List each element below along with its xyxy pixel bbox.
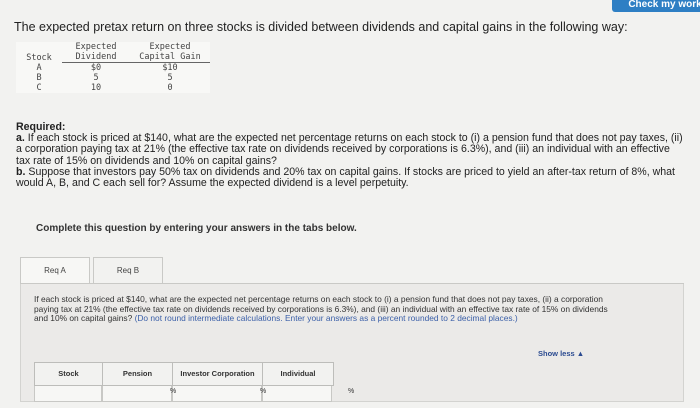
header-stock: Stock	[26, 52, 52, 63]
cell-gain: 5	[167, 73, 173, 83]
cell-stock: B	[36, 73, 42, 83]
cell-dividend: 10	[90, 83, 102, 93]
cell-stock: A	[36, 62, 42, 73]
part-b-label: b.	[16, 165, 26, 178]
question-note: (Do not round intermediate calculations.…	[134, 313, 518, 324]
instructions-text: Complete this question by entering your …	[36, 223, 357, 234]
corporation-return-input[interactable]	[172, 386, 262, 402]
part-a-label: a.	[16, 132, 25, 145]
individual-return-input[interactable]	[262, 386, 332, 402]
percent-unit: %	[170, 388, 177, 395]
required-part-b: b. Suppose that investors pay 50% tax on…	[16, 165, 684, 190]
answer-row	[34, 386, 332, 402]
table-row: C 10 0	[16, 83, 210, 93]
cell-dividend: $0	[90, 63, 102, 73]
cell-stock: C	[36, 83, 42, 93]
cell-gain: $10	[162, 63, 178, 73]
tab-req-a[interactable]: Req A	[20, 257, 90, 283]
answer-header-pension: Pension	[103, 363, 173, 385]
header-dividend-line1: Expected	[75, 42, 117, 52]
show-less-link[interactable]: Show less ▲	[538, 349, 584, 358]
answer-header-stock: Stock	[35, 363, 103, 385]
tab-req-b[interactable]: Req B	[93, 257, 163, 283]
header-gain-line2: Capital Gain	[130, 52, 210, 63]
answer-header-investor-corporation: Investor Corporation	[173, 363, 263, 385]
tab-bar: Req A Req B	[20, 257, 684, 284]
check-my-work-button[interactable]: Check my work	[612, 0, 700, 12]
stock-returns-table: Stock Expected Expected Dividend Capital…	[16, 42, 210, 93]
part-a-text: If each stock is priced at $140, what ar…	[16, 132, 683, 167]
required-section: Required: a. If each stock is priced at …	[16, 121, 684, 190]
percent-unit: %	[260, 388, 267, 395]
pension-return-input[interactable]	[102, 386, 172, 402]
percent-unit: %	[348, 388, 355, 395]
required-part-a: a. If each stock is priced at $140, what…	[16, 133, 684, 167]
part-b-text: Suppose that investors pay 50% tax on di…	[16, 165, 675, 190]
answer-cell-stock	[34, 386, 102, 402]
answer-table-header: Stock Pension Investor Corporation Indiv…	[34, 362, 334, 386]
answer-header-individual: Individual	[280, 369, 316, 378]
cell-gain: 0	[167, 83, 173, 93]
table-row: B 5 5	[16, 73, 210, 83]
cell-dividend: 5	[93, 73, 99, 83]
table-row: A $0 $10	[16, 63, 210, 74]
header-dividend-line2: Dividend	[62, 52, 130, 63]
question-text: If each stock is priced at $140, what ar…	[34, 294, 612, 324]
intro-text: The expected pretax return on three stoc…	[14, 20, 628, 34]
header-gain-line1: Expected	[149, 42, 191, 52]
